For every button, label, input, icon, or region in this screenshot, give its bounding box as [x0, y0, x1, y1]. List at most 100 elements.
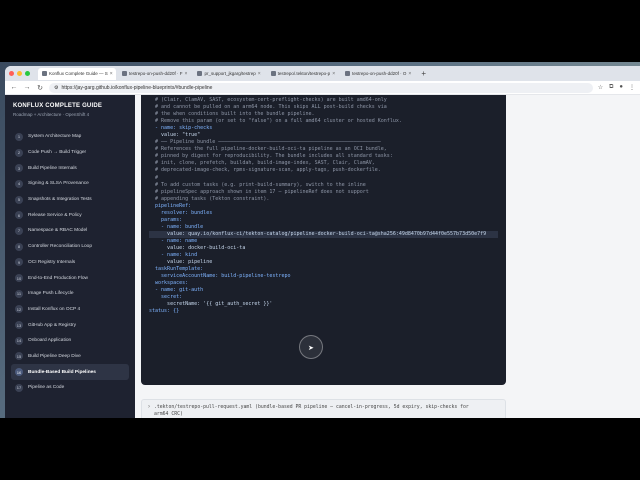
sidebar-item[interactable]: 15 Build Pipeline Deep Dive	[11, 349, 129, 365]
forward-icon[interactable]: →	[23, 84, 31, 91]
sidebar-item-label: Controller Reconciliation Loop	[28, 244, 92, 250]
sidebar-item[interactable]: 3 Build Pipeline Internals	[11, 160, 129, 176]
code-line: # deprecated-image-check, rpms-signature…	[149, 167, 381, 174]
maximize-window-button[interactable]	[25, 71, 30, 76]
back-icon[interactable]: ←	[10, 84, 18, 91]
browser-tab[interactable]: Konflux Complete Guide — S ×	[38, 67, 116, 80]
sidebar-item-number: 2	[15, 148, 23, 157]
code-line: taskRunTemplate:	[149, 266, 204, 273]
sidebar-item-number: 12	[15, 305, 23, 314]
code-line: # and cannot be pulled on an arm64 node.…	[149, 104, 387, 111]
browser-tab[interactable]: pr_support_jkgarg/testrep ×	[193, 68, 264, 80]
code-line: - name: git-auth	[149, 287, 204, 294]
page-content: KONFLUX COMPLETE GUIDE Roadmap + Archite…	[5, 95, 640, 418]
extensions-icon[interactable]: ⧉	[609, 84, 613, 91]
tab-favicon-icon	[345, 71, 351, 76]
sidebar-item-label: End-to-End Production Flow	[28, 275, 88, 281]
file-caption-line-2: arm64 CRC)	[154, 412, 183, 417]
browser-tab[interactable]: testrepo/.tekton/testrepo-p ×	[267, 68, 339, 80]
code-line: value: quay.io/konflux-ci/tekton-catalog…	[149, 230, 498, 238]
address-bar[interactable]: ⚙ https://jay-garg.github.io/konflux-pip…	[49, 82, 593, 93]
sidebar-item-label: Install Konflux on OCP 4	[28, 306, 81, 312]
sidebar-item-label: Namespace & RBAC Model	[28, 228, 88, 234]
sidebar-item-number: 11	[15, 289, 23, 298]
code-line: secret:	[149, 294, 183, 301]
sidebar-item-label: GitHub App & Registry	[28, 322, 76, 328]
site-info-icon[interactable]: ⚙	[54, 85, 58, 91]
sidebar-item[interactable]: 9 OCI Registry Internals	[11, 255, 129, 271]
sidebar-item-label: OCI Registry Internals	[28, 259, 76, 265]
sidebar-item[interactable]: 5 Snapshots & Integration Tests	[11, 192, 129, 208]
sidebar-item-number: 14	[15, 336, 23, 345]
tab-favicon-icon	[197, 71, 203, 76]
chevron-right-icon: ›	[148, 404, 150, 410]
sidebar-item-label: Code Push → Build Trigger	[28, 150, 87, 156]
sidebar-item[interactable]: 6 Release Service & Policy	[11, 207, 129, 223]
new-tab-button[interactable]: +	[417, 69, 430, 78]
close-tab-icon[interactable]: ×	[408, 71, 411, 77]
browser-window: Konflux Complete Guide — S × testrepo-on-p…	[5, 66, 640, 418]
mouse-pointer-icon: ➤	[308, 345, 314, 352]
tab-favicon-icon	[122, 71, 127, 76]
sidebar-item-label: Snapshots & Integration Tests	[28, 197, 92, 203]
sidebar-item[interactable]: 14 Onboard Application	[11, 333, 129, 349]
sidebar-item-number: 3	[15, 164, 23, 173]
bookmark-star-icon[interactable]: ☆	[598, 84, 603, 91]
tab-title: pr_support_jkgarg/testrep	[204, 71, 256, 76]
sidebar-item[interactable]: 17 Pipeline as Code	[11, 380, 129, 396]
menu-icon[interactable]: ⋮	[629, 84, 635, 91]
window-controls	[9, 71, 30, 76]
sidebar-subtitle: Roadmap + Architecture · OpenShift 4	[13, 112, 90, 117]
sidebar-item-number: 6	[15, 211, 23, 220]
browser-tab[interactable]: testrepo-on-push-dd20f · F ×	[118, 68, 191, 80]
file-caption-line-1: .tekton/testrepo-pull-request.yaml (bund…	[154, 405, 469, 410]
url-text: https://jay-garg.github.io/konflux-pipel…	[61, 84, 213, 91]
file-caption: .tekton/testrepo-pull-request.yaml (bund…	[154, 404, 469, 418]
sidebar-item-number: 13	[15, 321, 23, 330]
sidebar-item[interactable]: 4 Signing & SLSA Provenance	[11, 176, 129, 192]
sidebar-item[interactable]: 2 Code Push → Build Trigger	[11, 145, 129, 161]
profile-icon[interactable]: ●	[619, 84, 623, 91]
sidebar-item-number: 16	[15, 368, 23, 377]
sidebar-item-number: 7	[15, 226, 23, 235]
sidebar-item-number: 15	[15, 352, 23, 361]
code-line: serviceAccountName: build-pipeline-testr…	[149, 273, 291, 280]
sidebar-item[interactable]: 11 Image Push Lifecycle	[11, 286, 129, 302]
sidebar-item[interactable]: 1 System Architecture Map	[11, 129, 129, 145]
code-line: secretName: '{{ git_auth_secret }}'	[149, 301, 273, 308]
sidebar-title: KONFLUX COMPLETE GUIDE	[13, 103, 103, 109]
sidebar-item-label: Build Pipeline Internals	[28, 165, 77, 171]
sidebar-item-label: Release Service & Policy	[28, 212, 82, 218]
sidebar-item-number: 8	[15, 242, 23, 251]
code-line: # init, clone, prefetch, buildah, build-…	[149, 160, 375, 167]
close-window-button[interactable]	[9, 71, 14, 76]
sidebar-item[interactable]: 13 GitHub App & Registry	[11, 317, 129, 333]
close-tab-icon[interactable]: ×	[185, 71, 188, 77]
close-tab-icon[interactable]: ×	[332, 71, 335, 77]
code-line: # pipelineSpec approach shown in item 17…	[149, 188, 369, 195]
reload-icon[interactable]: ↻	[36, 84, 44, 92]
screen-frame: Konflux Complete Guide — S × testrepo-on-p…	[0, 62, 640, 418]
sidebar-item[interactable]: 10 End-to-End Production Flow	[11, 270, 129, 286]
code-line: - name: bundle	[149, 223, 204, 230]
tab-title: testrepo-on-push-dd20f · O	[352, 71, 407, 76]
sidebar-item-number: 9	[15, 258, 23, 267]
close-tab-icon[interactable]: ×	[110, 71, 113, 77]
sidebar-item[interactable]: 7 Namespace & RBAC Model	[11, 223, 129, 239]
code-line: value: "true"	[149, 132, 201, 139]
sidebar-item[interactable]: 16 Bundle-Based Build Pipelines	[11, 364, 129, 380]
tab-title: testrepo/.tekton/testrepo-p	[277, 71, 331, 76]
sidebar-nav-list: 1 System Architecture Map 2 Code Push → Bui…	[11, 129, 129, 396]
sidebar-item-label: Bundle-Based Build Pipelines	[28, 369, 96, 375]
code-line: params:	[149, 216, 183, 223]
sidebar-item-number: 4	[15, 179, 23, 188]
sidebar-item[interactable]: 8 Controller Reconciliation Loop	[11, 239, 129, 255]
sidebar-item[interactable]: 12 Install Konflux on OCP 4	[11, 302, 129, 318]
code-line: #	[149, 174, 159, 181]
minimize-window-button[interactable]	[17, 71, 22, 76]
file-collapsible[interactable]: › .tekton/testrepo-pull-request.yaml (bu…	[141, 399, 506, 418]
sidebar-item-label: Onboard Application	[28, 338, 72, 344]
code-line: # References the full pipeline-docker-bu…	[149, 146, 387, 153]
close-tab-icon[interactable]: ×	[258, 71, 261, 77]
browser-tab[interactable]: testrepo-on-push-dd20f · O ×	[341, 68, 415, 80]
